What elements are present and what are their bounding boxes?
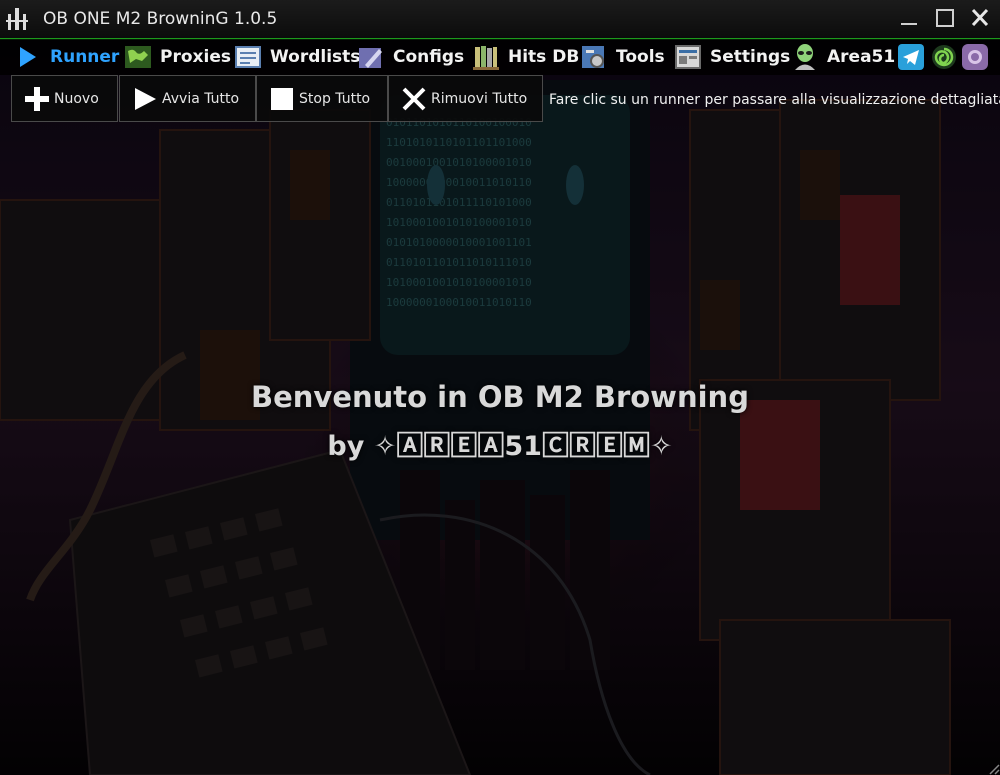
button-label: Avvia Tutto	[162, 90, 240, 107]
world-map-icon	[125, 46, 151, 68]
play-icon	[20, 47, 36, 67]
menu-item-hits-db[interactable]: Hits DB	[472, 41, 579, 73]
edit-pen-icon	[359, 48, 382, 68]
minimize-button[interactable]	[896, 6, 922, 30]
menu-item-area51[interactable]: Area51	[791, 41, 895, 73]
menu-item-label: Settings	[710, 47, 791, 67]
spiral-icon[interactable]	[930, 43, 958, 71]
document-icon	[235, 46, 261, 68]
main-menu: Runner Proxies Wordlists Configs Hits DB…	[0, 39, 1000, 75]
button-label: Stop Tutto	[299, 90, 371, 107]
welcome-title: Benvenuto in OB M2 Browning	[251, 380, 749, 414]
app-logo-icon	[6, 8, 28, 30]
menu-item-label: Tools	[616, 47, 665, 67]
button-label: Nuovo	[54, 90, 99, 107]
menu-item-proxies[interactable]: Proxies	[124, 41, 231, 73]
button-label: Rimuovi Tutto	[431, 90, 528, 107]
menu-item-label: Runner	[50, 47, 120, 67]
runner-toolbar: Nuovo Avvia Tutto Stop Tutto Rimuovi Tut…	[11, 75, 544, 124]
tools-icon	[582, 46, 604, 68]
plus-icon	[25, 86, 49, 111]
title-bar[interactable]: OB ONE M2 BrowninG 1.0.5	[0, 0, 1000, 40]
menu-item-label: Configs	[393, 47, 465, 67]
menu-item-runner[interactable]: Runner	[14, 41, 119, 73]
window-title: OB ONE M2 BrowninG 1.0.5	[43, 9, 278, 29]
rimuovi-tutto-button[interactable]: Rimuovi Tutto	[388, 75, 543, 122]
welcome-byline: by ✧🄰🅁🄴🄰51🄲🅁🄴🄼✧	[327, 431, 673, 462]
resize-grip-icon[interactable]	[986, 761, 1000, 775]
play-outline-icon	[135, 87, 156, 110]
menu-item-label: Proxies	[160, 47, 231, 67]
stop-tutto-button[interactable]: Stop Tutto	[256, 75, 388, 122]
nuovo-button[interactable]: Nuovo	[11, 75, 118, 122]
menu-item-tools[interactable]: Tools	[580, 41, 665, 73]
alien-icon	[795, 44, 815, 70]
menu-item-configs[interactable]: Configs	[357, 41, 464, 73]
books-icon	[473, 46, 499, 70]
stop-icon	[271, 87, 293, 110]
camera-icon[interactable]	[961, 43, 989, 71]
menu-item-label: Area51	[827, 47, 896, 67]
menu-item-settings[interactable]: Settings	[674, 41, 790, 73]
telegram-icon[interactable]	[897, 43, 925, 71]
settings-panel-icon	[675, 45, 701, 69]
menu-item-wordlists[interactable]: Wordlists	[234, 41, 360, 73]
close-button[interactable]	[967, 6, 993, 30]
runner-hint-text: Fare clic su un runner per passare alla …	[549, 92, 1000, 108]
menu-item-label: Wordlists	[270, 47, 361, 67]
maximize-button[interactable]	[932, 6, 958, 30]
x-icon	[402, 87, 426, 110]
menu-item-label: Hits DB	[508, 47, 580, 67]
avvia-tutto-button[interactable]: Avvia Tutto	[119, 75, 256, 122]
